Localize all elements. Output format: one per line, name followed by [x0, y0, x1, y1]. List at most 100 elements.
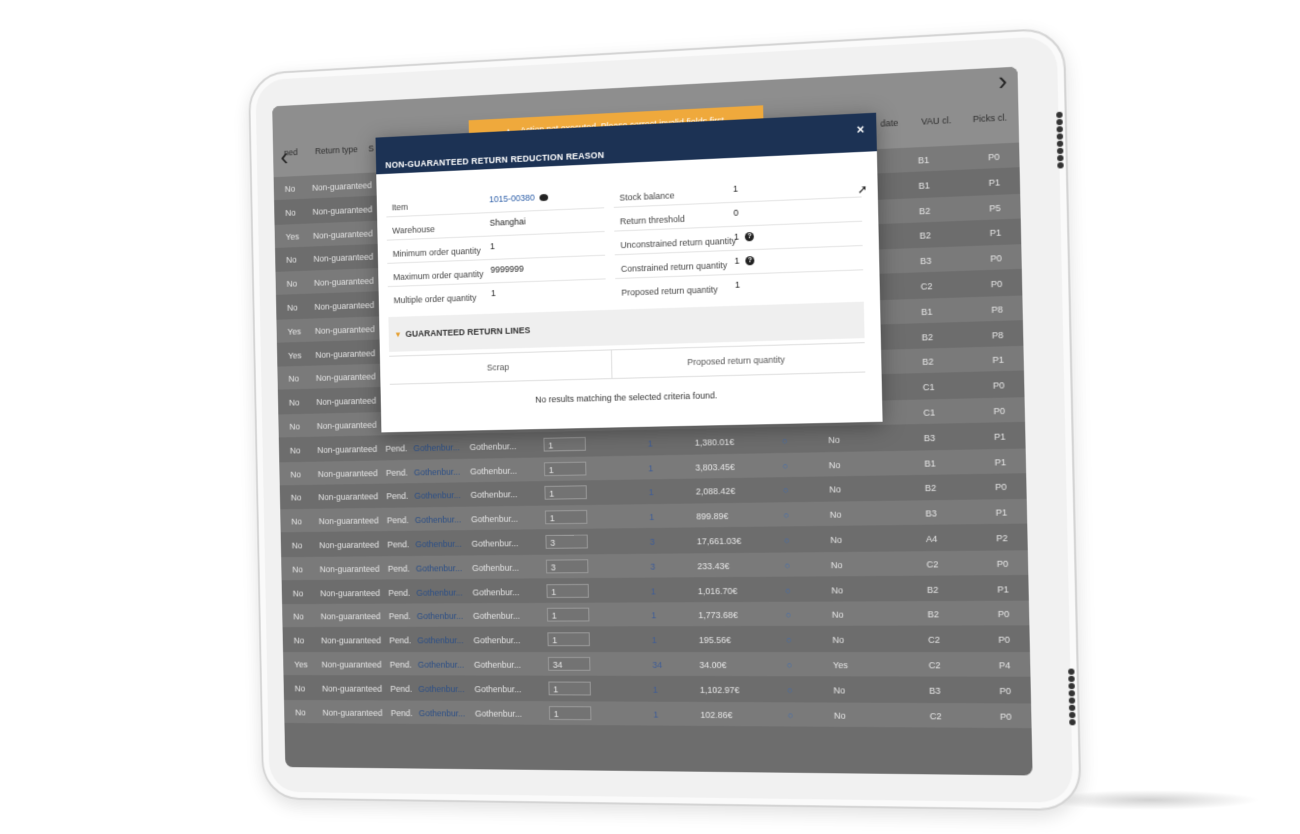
col-header-return-type[interactable]: Return type	[315, 144, 358, 156]
vau-class-cell: B3	[925, 508, 937, 518]
status-cell: Pend.	[386, 467, 408, 477]
quantity-link[interactable]: 1	[652, 635, 657, 645]
warehouse-link[interactable]: Gothenbur...	[414, 491, 461, 501]
value-cell: 1,773.68€	[698, 610, 738, 620]
quantity-link[interactable]: 1	[653, 685, 658, 695]
comment-icon[interactable]	[539, 194, 548, 201]
comment-icon[interactable]: ○	[784, 535, 790, 545]
table-row[interactable]: No Non-guaranteed Pend. Gothenbur... Gothenb…	[282, 601, 1029, 627]
comment-icon[interactable]: ○	[783, 486, 789, 496]
status-cell: Pend.	[390, 660, 412, 670]
quantity-link[interactable]: 1	[653, 709, 658, 719]
col-header-date[interactable]: date	[880, 118, 898, 129]
quantity-input[interactable]: 1	[548, 681, 591, 695]
warehouse-link[interactable]: Gothenbur...	[416, 563, 463, 573]
flag-cell: No	[829, 460, 841, 470]
return-type-cell: Non-guaranteed	[312, 204, 372, 216]
warehouse-link[interactable]: Gothenbur...	[415, 539, 462, 549]
close-button[interactable]: ×	[856, 121, 864, 137]
quantity-link[interactable]: 1	[651, 586, 656, 596]
guaranteed-cell: No	[289, 422, 300, 432]
reduction-reason-dialog: ▲ Action not executed. Please correct in…	[376, 113, 883, 433]
table-row[interactable]: No Non-guaranteed Pend. Gothenbur... Gothenb…	[282, 576, 1029, 604]
warehouse-link[interactable]: Gothenbur...	[413, 442, 460, 453]
question-icon[interactable]: ?	[745, 232, 754, 241]
picks-class-cell: P0	[998, 635, 1010, 645]
flag-cell: No	[830, 510, 842, 520]
guaranteed-cell: No	[285, 184, 296, 194]
quantity-link[interactable]: 1	[649, 512, 654, 522]
quantity-input[interactable]: 1	[547, 632, 590, 646]
comment-icon[interactable]: ○	[782, 461, 788, 471]
return-type-cell: Non-guaranteed	[320, 564, 380, 574]
col-header-status[interactable]: S	[368, 144, 374, 154]
picks-class-cell: P1	[989, 177, 1001, 188]
picks-class-cell: P0	[990, 253, 1002, 264]
field-label: Constrained return quantity	[621, 260, 728, 274]
chevron-right-icon[interactable]: ›	[998, 67, 1008, 94]
warehouse-link[interactable]: Gothenbur...	[414, 466, 461, 477]
quantity-link[interactable]: 1	[651, 611, 656, 621]
comment-icon[interactable]: ○	[782, 436, 788, 446]
quantity-input[interactable]: 1	[547, 608, 590, 622]
field-value: 1	[735, 280, 740, 290]
quantity-input[interactable]: 1	[546, 584, 589, 598]
quantity-input[interactable]: 34	[548, 657, 591, 671]
warehouse-link[interactable]: Gothenbur...	[418, 660, 465, 670]
return-type-cell: Non-guaranteed	[321, 636, 381, 646]
quantity-input[interactable]: 3	[546, 559, 589, 573]
vau-class-cell: B2	[919, 205, 931, 216]
col-header-scrap[interactable]: Scrap	[487, 362, 509, 372]
quantity-link[interactable]: 3	[650, 537, 655, 547]
quantity-input[interactable]: 1	[543, 437, 585, 452]
vau-class-cell: C2	[929, 660, 941, 670]
value-cell: 34.00€	[699, 660, 726, 670]
warehouse-cell: Gothenbur...	[471, 514, 518, 524]
quantity-input[interactable]: 1	[549, 706, 592, 720]
warehouse-link[interactable]: Gothenbur...	[419, 708, 466, 718]
value-cell: 233.43€	[697, 561, 729, 571]
col-header-proposed-return-qty[interactable]: Proposed return quantity	[687, 354, 785, 367]
warehouse-link[interactable]: Gothenbur...	[418, 684, 465, 694]
return-type-cell: Non-guaranteed	[317, 420, 377, 431]
status-cell: Pend.	[391, 708, 413, 718]
comment-icon[interactable]: ○	[786, 610, 792, 620]
comment-icon[interactable]: ○	[788, 710, 794, 720]
vau-class-cell: C2	[928, 635, 940, 645]
quantity-input[interactable]: 1	[544, 461, 587, 476]
table-row[interactable]: No Non-guaranteed Pend. Gothenbur... Gothenb…	[283, 627, 1030, 652]
table-row[interactable]: No Non-guaranteed Pend. Gothenbur... Gothenb…	[284, 700, 1032, 728]
comment-icon[interactable]: ○	[785, 560, 791, 570]
quantity-link[interactable]: 3	[650, 561, 655, 571]
warehouse-link[interactable]: Gothenbur...	[415, 515, 462, 525]
field-label: Maximum order quantity	[393, 269, 484, 282]
comment-icon[interactable]: ○	[786, 635, 792, 645]
col-header-vau-class[interactable]: VAU cl.	[921, 115, 951, 127]
table-row[interactable]: Yes Non-guaranteed Pend. Gothenbur... Gothen…	[283, 652, 1030, 677]
table-row[interactable]: No Non-guaranteed Pend. Gothenbur... Gothenb…	[284, 676, 1032, 702]
quantity-link[interactable]: 34	[652, 660, 662, 670]
comment-icon[interactable]: ○	[784, 510, 790, 520]
comment-icon[interactable]: ○	[787, 660, 793, 670]
quantity-link[interactable]: 1	[649, 488, 654, 498]
question-icon[interactable]: ?	[745, 256, 754, 265]
warehouse-cell: Gothenbur...	[469, 441, 516, 452]
quantity-input[interactable]: 3	[545, 535, 588, 549]
comment-icon[interactable]: ○	[787, 685, 793, 695]
col-header-guaranteed[interactable]: ned	[284, 147, 298, 157]
comment-icon[interactable]: ○	[785, 585, 791, 595]
picks-class-cell: P2	[996, 533, 1008, 543]
guaranteed-cell: No	[293, 612, 304, 622]
flag-cell: No	[832, 610, 844, 620]
value-cell: 17,661.03€	[697, 536, 742, 546]
warehouse-link[interactable]: Gothenbur...	[417, 611, 464, 621]
quantity-link[interactable]: 1	[648, 438, 653, 448]
quantity-input[interactable]: 1	[545, 510, 588, 524]
app-screen: ‹ › ned Return type S date VAU cl. Picks…	[272, 67, 1032, 776]
warehouse-link[interactable]: Gothenbur...	[417, 636, 464, 646]
col-header-picks-class[interactable]: Picks cl.	[973, 112, 1008, 124]
quantity-link[interactable]: 1	[648, 463, 653, 473]
quantity-input[interactable]: 1	[544, 486, 587, 500]
item-link[interactable]: 1015-00380	[489, 192, 548, 204]
warehouse-link[interactable]: Gothenbur...	[416, 587, 463, 597]
